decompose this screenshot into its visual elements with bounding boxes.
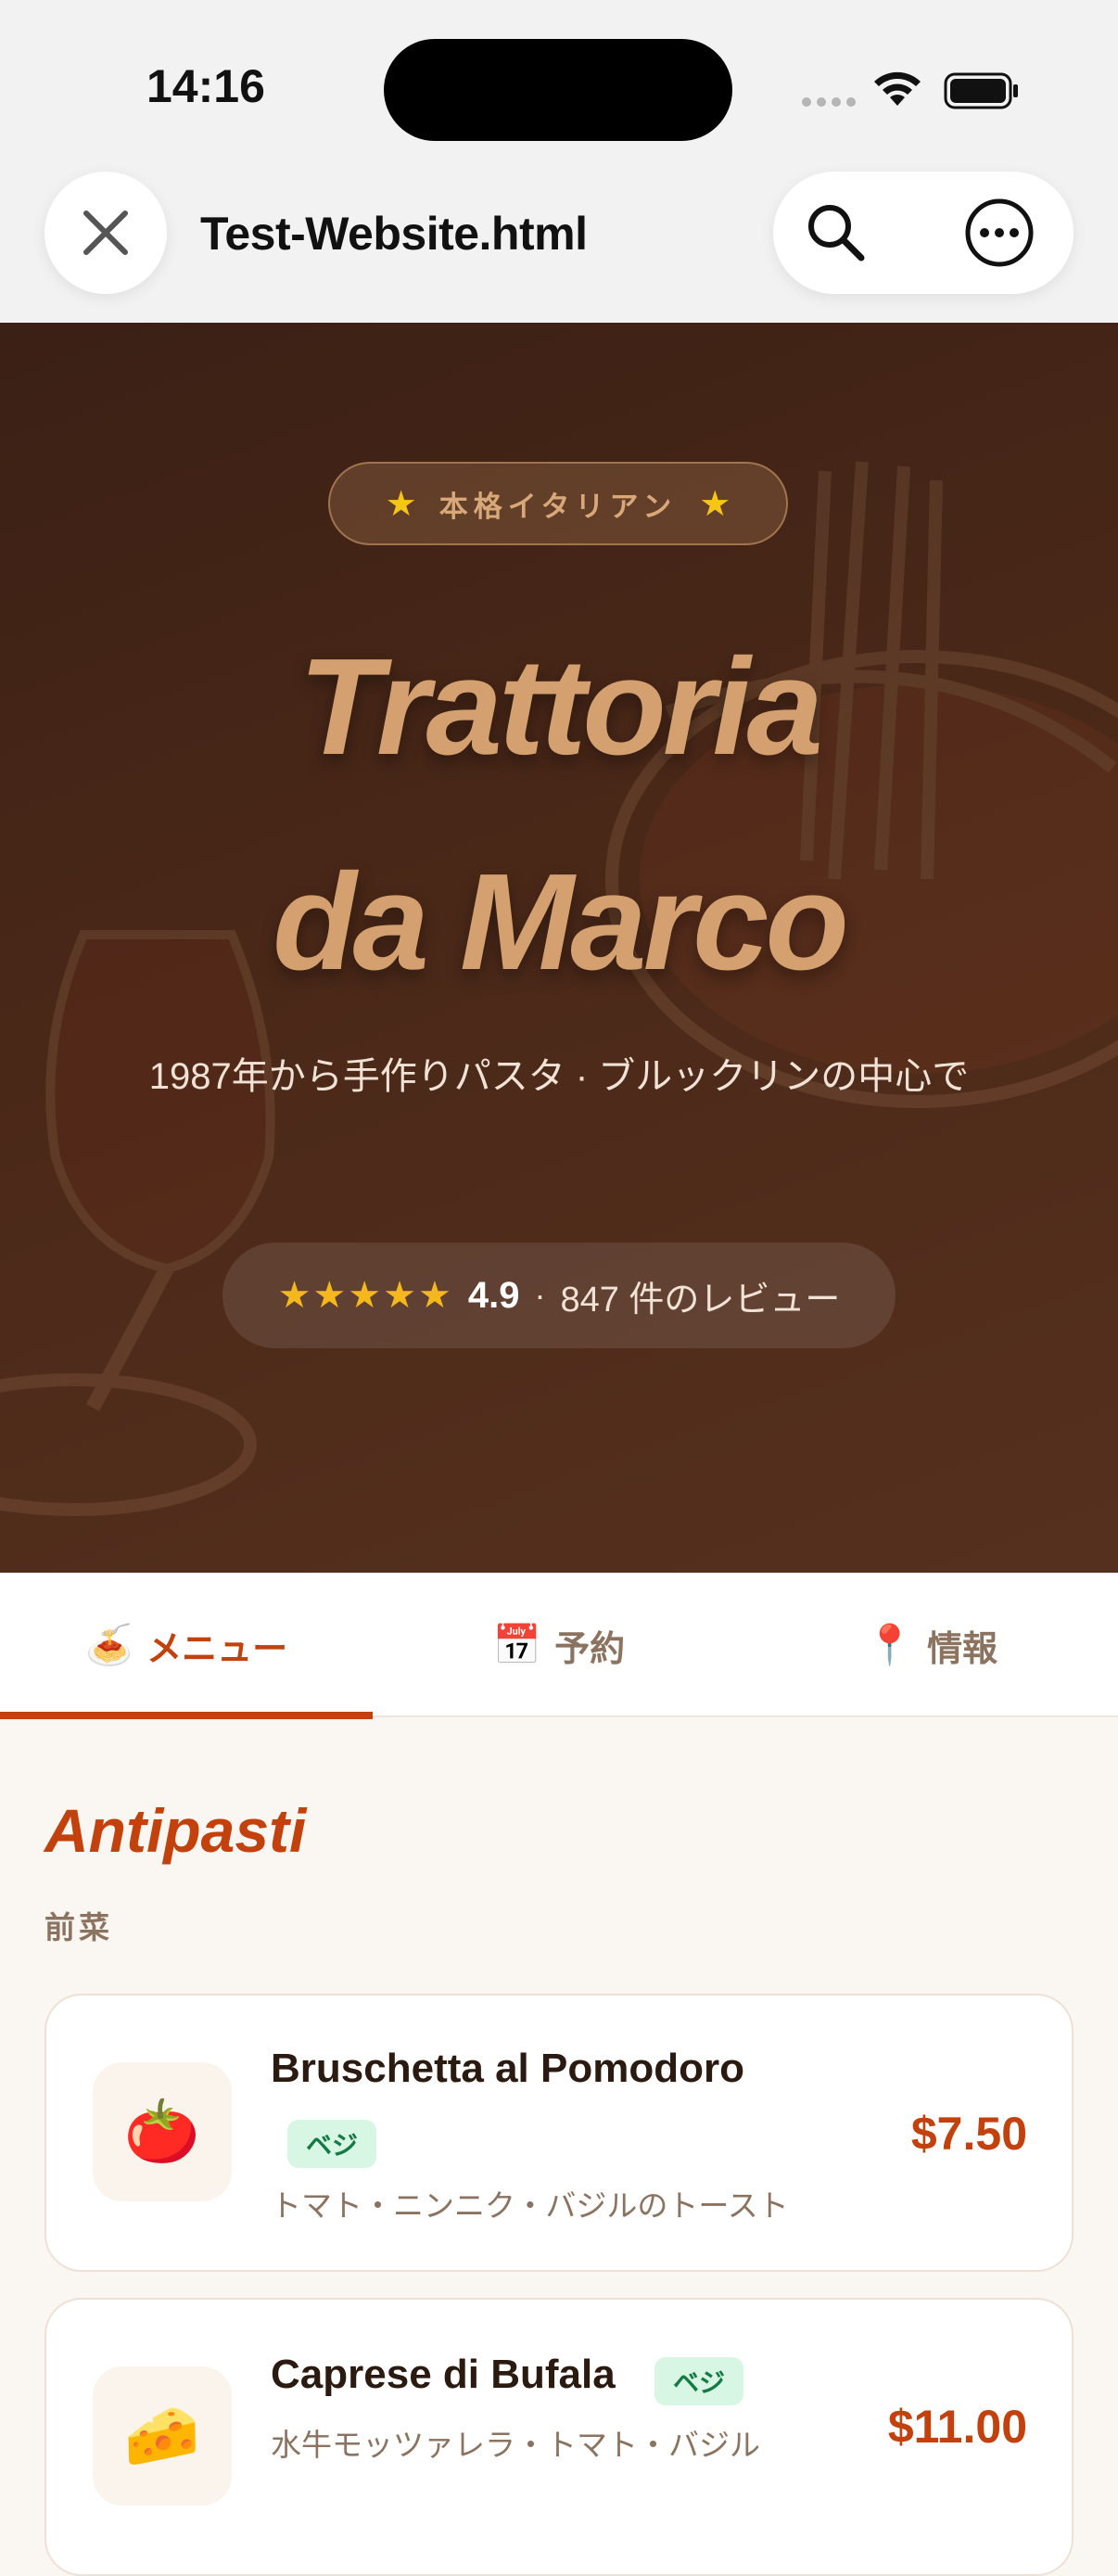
- page-title: Test-Website.html: [200, 208, 588, 260]
- tab-info[interactable]: 📍 情報: [745, 1573, 1118, 1717]
- menu-item-name: Caprese di Bufala: [271, 2352, 616, 2397]
- rating-score: 4.9: [467, 1274, 520, 1316]
- vegetarian-badge: ベジ: [287, 2120, 377, 2168]
- tab-label: 予約: [554, 1629, 626, 1669]
- hero-section: ★ 本格イタリアン ★ Trattoria da Marco 1987年から手作…: [0, 323, 1118, 1573]
- cuisine-badge: ★ 本格イタリアン ★: [328, 462, 788, 545]
- tomato-icon: 🍅: [93, 2062, 232, 2201]
- menu-item-price: $11.00: [887, 2401, 1027, 2453]
- close-button[interactable]: [44, 172, 167, 294]
- dynamic-island: [384, 39, 732, 141]
- menu-item-name: Bruschetta al Pomodoro: [271, 2046, 744, 2091]
- close-icon: [83, 210, 128, 255]
- menu-section-title: Antipasti: [44, 1796, 307, 1865]
- rating-separator: ·: [534, 1276, 546, 1314]
- wifi-icon: [874, 71, 921, 106]
- search-button[interactable]: [795, 192, 877, 274]
- hero-tagline: 1987年から手作りパスタ · ブルックリンの中心で: [148, 1056, 970, 1097]
- restaurant-name-line2: da Marco: [273, 846, 849, 999]
- tab-label: 情報: [927, 1629, 998, 1669]
- tab-reservation[interactable]: 📅 予約: [373, 1573, 745, 1717]
- section-tabs: 🍝 メニュー 📅 予約 📍 情報: [0, 1573, 1118, 1719]
- status-bar: 14:16: [0, 0, 1118, 172]
- more-icon: [965, 198, 1034, 267]
- rating-summary: ★★★★★ 4.9 · 847 件のレビュー: [222, 1243, 896, 1348]
- restaurant-name-line1: Trattoria: [299, 631, 823, 784]
- active-tab-indicator: [0, 1712, 373, 1719]
- menu-item-description: 水牛モッツァレラ・トマト・バジル: [271, 2428, 760, 2462]
- menu-section-subtitle: 前菜: [44, 1910, 113, 1945]
- menu-item-price: $7.50: [910, 2108, 1027, 2160]
- location-pin-icon: 📍: [865, 1622, 915, 1666]
- star-icon: ★: [385, 484, 417, 524]
- status-time: 14:16: [146, 60, 265, 112]
- battery-icon: [944, 72, 1018, 109]
- review-count: 847 件のレビュー: [560, 1280, 841, 1320]
- menu-item-card[interactable]: 🧀 Caprese di Bufala ベジ 水牛モッツァレラ・トマト・バジル …: [44, 2298, 1074, 2576]
- search-icon: [808, 205, 865, 261]
- cellular-signal-icon: [802, 97, 856, 107]
- cheese-icon: 🧀: [93, 2366, 232, 2506]
- cuisine-badge-label: 本格イタリアン: [438, 490, 678, 523]
- more-options-button[interactable]: [959, 192, 1040, 274]
- menu-item-card[interactable]: 🍅 Bruschetta al Pomodoro ベジ トマト・ニンニク・バジル…: [44, 1994, 1074, 2272]
- pasta-icon: 🍝: [84, 1622, 134, 1666]
- vegetarian-badge: ベジ: [654, 2357, 744, 2405]
- calendar-icon: 📅: [492, 1622, 542, 1666]
- star-icon: ★: [699, 484, 731, 524]
- browser-toolbar: Test-Website.html: [0, 172, 1118, 323]
- rating-stars: ★★★★★: [277, 1275, 453, 1316]
- browser-actions: [773, 172, 1074, 294]
- tab-menu[interactable]: 🍝 メニュー: [0, 1573, 373, 1719]
- menu-item-description: トマト・ニンニク・バジルのトースト: [271, 2188, 789, 2223]
- tab-label: メニュー: [146, 1629, 288, 1669]
